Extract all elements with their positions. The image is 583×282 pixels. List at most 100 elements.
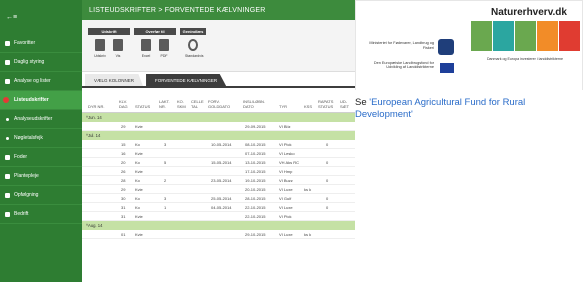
table-body: ^ Jun. 14 29 Kvie 29-09-2015 VI Blíz ^ Jul. 1… [82,113,355,239]
table-row[interactable]: 30 Ko 3 25-05-2014 28-10-2015 VI Gulf 0 [82,194,355,203]
ribbon-group-overfoer: Overfør til Excel PDF [134,28,176,70]
table-cell: 28 [121,178,126,183]
back-button[interactable]: ←≡ [0,0,82,34]
table-cell: VI Luxe [279,232,293,237]
table-cell: 0 [326,142,329,147]
table-cell: Ko [135,160,140,165]
column-header[interactable]: KO. SKM [177,99,189,109]
column-header[interactable]: KSS [304,104,312,109]
table-cell: 3 [164,196,167,201]
table-row[interactable]: 01 Kvie 29-10-2015 VI Luxe ks k [82,230,355,239]
tab-forventede-kaelvninger[interactable]: FORVENTEDE KÆLVNINGER [146,74,227,86]
group-row[interactable]: ^ Jul. 14 [82,131,355,140]
table-row[interactable]: 26 Kvie 17-10-2015 VI Hmp [82,167,355,176]
table-cell: 01 [121,232,126,237]
group-row[interactable]: ^ Aug. 14 [82,221,355,230]
grain-tile-icon [471,21,492,51]
table-cell: 20 [121,160,126,165]
gear-tile-icon [515,21,536,51]
table-cell: 15 [121,142,126,147]
table-row[interactable]: 16 Kvie 07-10-2015 VI Lesko [82,149,355,158]
caption-link[interactable]: 'European Agricultural Fund for Rural De… [355,97,525,120]
table-cell: 1 [164,205,167,210]
table-cell: 29-10-2015 [245,232,266,237]
column-header[interactable]: KLV. DAG [119,99,131,109]
table-cell: 19-10-2015 [245,178,266,183]
sidebar-item-daglig-styring[interactable]: Daglig styring [0,53,82,72]
calendar-icon [5,59,10,65]
table-cell: VI Buzz [279,178,293,183]
plant-icon [5,173,10,179]
sidebar-item-plantepleje[interactable]: Plantepleje [0,167,82,186]
pdf-button[interactable]: PDF [156,39,172,58]
table-cell: 22-10-2015 [245,214,266,219]
table-cell: 31 [121,205,126,210]
farm-icon [5,211,10,217]
print-button[interactable]: Udskriv [92,39,108,58]
house-tile-icon [559,21,580,51]
table-cell: 26 [121,169,126,174]
printer-icon [95,39,105,51]
table-row[interactable]: 29 Kvie 20-10-2015 VI Luxe ks k [82,185,355,194]
table-cell: 08-10-2015 [245,142,266,147]
chart-icon [5,78,10,84]
sidebar-item-foder[interactable]: Foder [0,148,82,167]
table-cell: 17-10-2015 [245,169,266,174]
table-cell: VI Hmp [279,169,293,174]
table-cell: Kvie [135,151,143,156]
table-cell: VI Gulf [279,196,292,201]
at-tile-icon [537,21,558,51]
view-button[interactable]: Vis [110,39,126,58]
table-cell: VH Aks RC [279,160,300,165]
column-header[interactable]: RAPATS STATUS [318,99,336,109]
tab-bar: VÆLG KOLONNER FORVENTEDE KÆLVNINGER [82,74,355,88]
column-header[interactable]: UD-SÆT [340,99,354,109]
table-cell: 04-05-2014 [211,205,232,210]
table-row[interactable]: 28 Ko 2 23-05-2014 19-10-2015 VI Buzz 0 [82,176,355,185]
table-cell: 30 [121,196,126,201]
table-cell: ks k [304,232,312,237]
table-cell: Kvie [135,232,143,237]
table-row[interactable]: 15 Ko 3 10-05-2014 08-10-2015 VI Pick 0 [82,140,355,149]
table-cell: VI Lesko [279,151,295,156]
sidebar-item-bedrift[interactable]: Bedrift [0,205,82,224]
app-window: ←≡ Favoritter Daglig styring Analyse og … [0,0,583,282]
column-header[interactable]: CELLE TAL [191,99,205,109]
sidebar-item-opfoelgning[interactable]: Opfølgning [0,186,82,205]
eu-flag-icon [440,63,454,73]
sidebar-item-analyse[interactable]: Analyse og lister [0,72,82,91]
column-header[interactable]: DYR NR. [88,104,104,109]
table-cell: VI Luxe [279,205,293,210]
table-cell: 28-10-2015 [245,196,266,201]
table-cell: Ko [135,205,140,210]
table-cell: 22-10-2015 [245,205,266,210]
column-header[interactable]: TYR [279,104,287,109]
column-header[interactable]: LAKT. NR. [159,99,171,109]
ribbon-toolbar: Udskrift Udskriv Vis Overfør til Excel P… [82,20,355,72]
table-row[interactable]: 29 Kvie 29-09-2015 VI Blíz [82,122,355,131]
funding-logo-banner: Ministeriet for Fødevarer, Landbrug og F… [355,0,583,90]
table-cell: 31 [121,214,126,219]
sidebar-item-favoritter[interactable]: Favoritter [0,34,82,53]
sidebar-item-noegletal[interactable]: Nøgletalsfejk [0,129,82,148]
table-cell: 13-10-2015 [245,160,266,165]
excel-button[interactable]: Excel [138,39,154,58]
column-header[interactable]: FORV. GOLDDATO [208,99,238,109]
table-row[interactable]: 20 Ko 5 15-05-2014 13-10-2015 VH Aks RC 0 [82,158,355,167]
table-cell: Kvie [135,124,143,129]
table-row[interactable]: 31 Kvie 22-10-2015 VI Pick [82,212,355,221]
column-header[interactable]: STATUS [135,104,150,109]
table-row[interactable]: 31 Ko 1 04-05-2014 22-10-2015 VI Luxe 0 [82,203,355,212]
table-cell: 07-10-2015 [245,151,266,156]
brand-tiles [471,21,581,51]
group-row[interactable]: ^ Jun. 14 [82,113,355,122]
table-cell: 23-05-2014 [211,178,232,183]
sidebar-item-listeudskrifter[interactable]: Listeudskrifter [0,91,82,110]
tab-vaelg-kolonner[interactable]: VÆLG KOLONNER [85,74,144,86]
back-arrow-icon: ←≡ [6,13,18,21]
column-header[interactable]: INSL/LØBN. DATO [243,99,273,109]
table-cell: Kvie [135,214,143,219]
refresh-button[interactable]: Standardvis [185,39,203,58]
sidebar-item-analyseudskrifter[interactable]: Analyseudskrifter [0,110,82,129]
table-cell: VI Blíz [279,124,291,129]
